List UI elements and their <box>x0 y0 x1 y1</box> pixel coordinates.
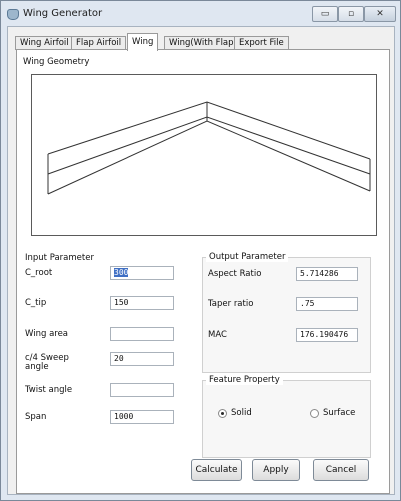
title-bar[interactable]: Wing Generator ▭ ▫ ✕ <box>1 1 400 27</box>
tab-control: Wing Airfoil Flap Airfoil Wing Wing(With… <box>7 26 395 495</box>
wing-geometry-canvas <box>31 74 377 236</box>
mac-label: MAC <box>208 330 227 340</box>
app-icon <box>7 9 19 20</box>
twist-angle-field[interactable] <box>110 383 174 397</box>
aspect-ratio-field[interactable]: 5.714286 <box>296 267 358 281</box>
wing-area-field[interactable] <box>110 327 174 341</box>
span-label: Span <box>25 412 47 422</box>
apply-button[interactable]: Apply <box>252 459 300 481</box>
tab-wing-airfoil[interactable]: Wing Airfoil <box>15 36 74 50</box>
tab-wing-with-flap[interactable]: Wing(With Flap) <box>164 36 242 50</box>
maximize-button[interactable]: ▫ <box>338 6 364 22</box>
c-root-label: C_root <box>25 268 53 278</box>
output-parameter-group: Output Parameter Aspect Ratio 5.714286 T… <box>202 252 371 373</box>
c-root-field[interactable]: 300 <box>110 266 174 280</box>
surface-label[interactable]: Surface <box>323 409 355 418</box>
surface-radio[interactable] <box>310 409 319 418</box>
wing-geometry-title: Wing Geometry <box>23 57 90 67</box>
wing-area-label: Wing area <box>25 329 69 339</box>
c-tip-field[interactable]: 150 <box>110 296 174 310</box>
feature-property-title: Feature Property <box>206 375 283 385</box>
output-parameter-title: Output Parameter <box>206 252 289 262</box>
c-tip-label: C_tip <box>25 298 47 308</box>
cancel-button[interactable]: Cancel <box>313 459 369 481</box>
tab-export-file[interactable]: Export File <box>234 36 289 50</box>
window-title: Wing Generator <box>23 8 103 19</box>
sweep-angle-label: c/4 Sweep angle <box>25 353 69 372</box>
wing-tab-panel: Wing Geometry Input Parameter C_root 300… <box>16 49 390 494</box>
minimize-button[interactable]: ▭ <box>312 6 338 22</box>
tab-flap-airfoil[interactable]: Flap Airfoil <box>71 36 127 50</box>
taper-ratio-field[interactable]: .75 <box>296 297 358 311</box>
solid-radio[interactable] <box>218 409 227 418</box>
solid-label[interactable]: Solid <box>231 409 252 418</box>
mac-field[interactable]: 176.190476 <box>296 328 358 342</box>
c-root-value: 300 <box>114 268 129 277</box>
taper-ratio-label: Taper ratio <box>208 299 254 309</box>
aspect-ratio-label: Aspect Ratio <box>208 269 262 279</box>
feature-property-group: Feature Property Solid Surface <box>202 375 371 458</box>
twist-angle-label: Twist angle <box>25 385 73 395</box>
calculate-button[interactable]: Calculate <box>191 459 242 481</box>
span-field[interactable]: 1000 <box>110 410 174 424</box>
sweep-angle-field[interactable]: 20 <box>110 352 174 366</box>
input-parameter-title: Input Parameter <box>25 253 94 263</box>
wing-planform-drawing <box>47 101 371 195</box>
tab-wing[interactable]: Wing <box>127 33 159 51</box>
close-button[interactable]: ✕ <box>364 6 396 22</box>
wing-generator-window: Wing Generator ▭ ▫ ✕ Wing Airfoil Flap A… <box>0 0 401 501</box>
